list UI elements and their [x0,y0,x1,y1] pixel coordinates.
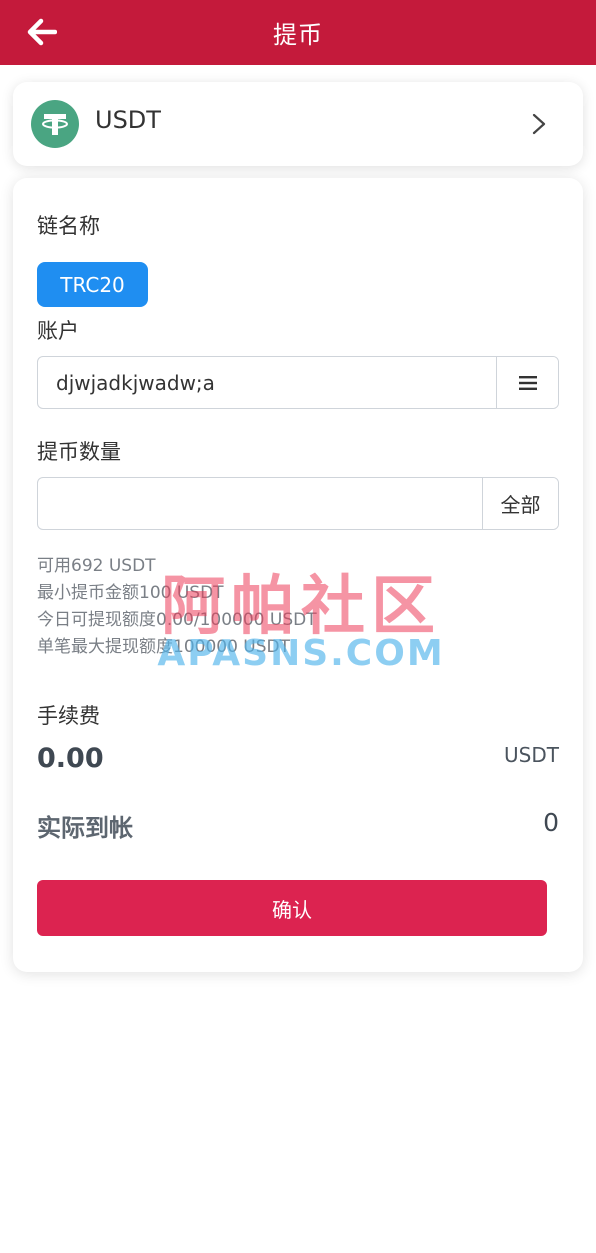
chain-option-trc20[interactable]: TRC20 [37,262,148,307]
tether-icon [31,100,79,148]
page-title: 提币 [273,21,323,49]
back-button[interactable] [22,12,62,52]
fee-value: 0.00 [37,743,104,774]
account-input[interactable] [38,357,496,408]
actual-received-value: 0 [543,808,559,837]
chevron-right-icon [532,113,546,135]
actual-received-label: 实际到帐 [37,814,133,842]
daily-limit: 今日可提现额度0.00/100000 USDT [37,610,317,630]
withdraw-form: 链名称 TRC20 账户 提币数量 全部 可用692 USDT 最小提币金额10… [13,178,583,972]
coin-selector[interactable]: USDT [13,82,583,166]
account-list-button[interactable] [496,357,558,408]
single-max: 单笔最大提现额度100000 USDT [37,637,291,657]
fee-label: 手续费 [37,704,100,728]
menu-icon [518,375,537,390]
withdraw-info: 可用692 USDT 最小提币金额100 USDT 今日可提现额度0.00/10… [37,553,317,661]
min-withdraw: 最小提币金额100 USDT [37,583,224,603]
all-button[interactable]: 全部 [482,478,558,529]
arrow-left-icon [27,18,57,46]
available-balance: 可用692 USDT [37,556,156,576]
confirm-button[interactable]: 确认 [37,880,547,936]
coin-name: USDT [95,106,161,134]
fee-unit: USDT [504,743,559,767]
account-label: 账户 [37,319,79,343]
chain-label: 链名称 [37,214,100,238]
amount-input-group: 全部 [37,477,559,530]
amount-input[interactable] [38,478,482,529]
top-bar: 提币 [0,0,596,65]
account-input-group [37,356,559,409]
amount-label: 提币数量 [37,440,121,464]
